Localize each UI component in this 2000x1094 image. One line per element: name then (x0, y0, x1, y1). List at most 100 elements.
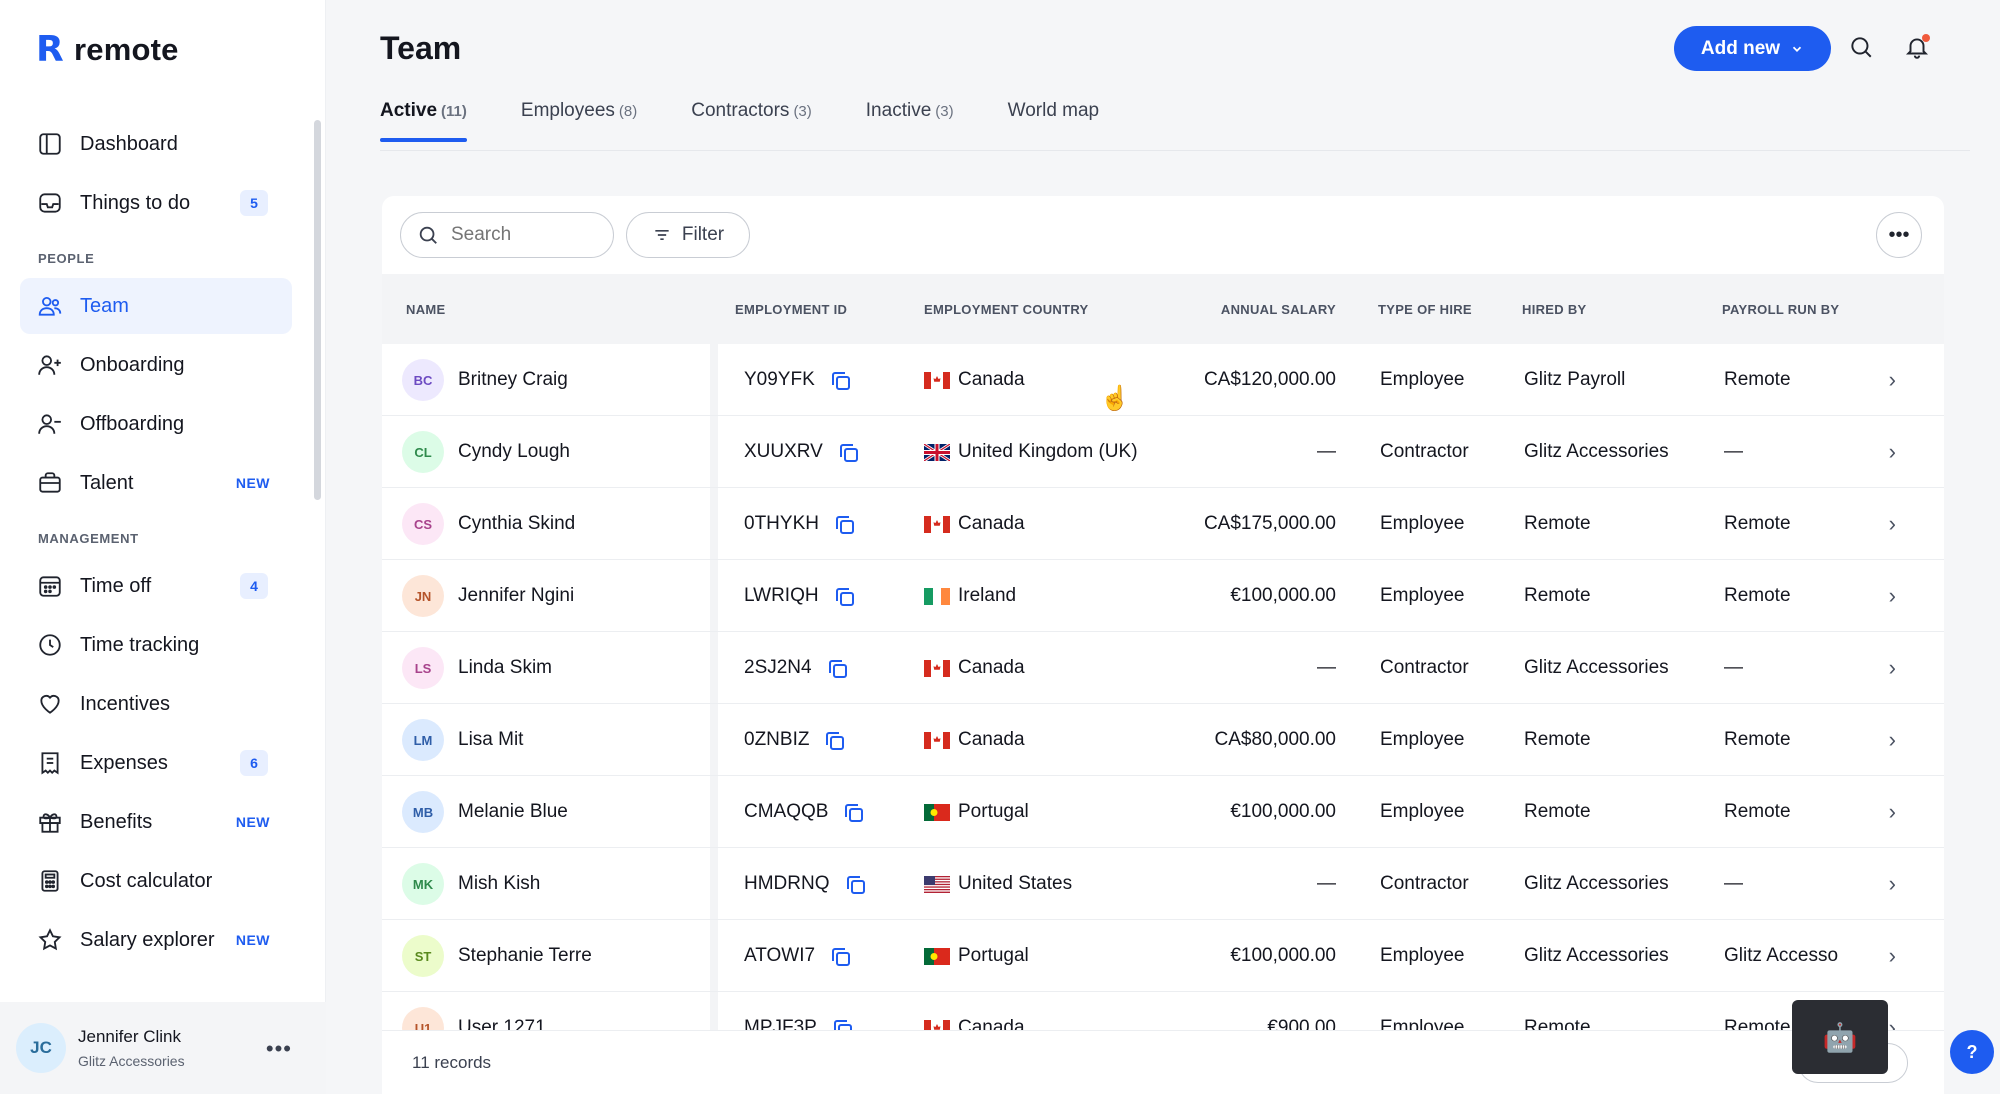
column-header-name[interactable]: NAME (406, 302, 445, 317)
column-header-payroll-run-by[interactable]: PAYROLL RUN BY (1722, 302, 1839, 317)
gift-icon (36, 808, 64, 836)
sidebar-item-onboarding[interactable]: Onboarding (20, 337, 292, 393)
copy-icon[interactable] (823, 729, 845, 751)
user-minus-icon (36, 410, 64, 438)
payroll-cell: — (1724, 632, 1884, 704)
table-row[interactable]: JN Jennifer Ngini LWRIQH Ireland €100,00… (382, 560, 1944, 632)
filter-button[interactable]: Filter (626, 212, 750, 258)
copy-icon[interactable] (829, 369, 851, 391)
employee-name[interactable]: Stephanie Terre (458, 945, 592, 967)
tab-world-map[interactable]: World map (1008, 100, 1100, 142)
chevron-right-icon[interactable]: › (1889, 560, 1896, 632)
payroll-cell: Remote (1724, 776, 1884, 848)
salary-cell: — (1317, 416, 1336, 488)
sidebar-item-label: Benefits (80, 810, 153, 833)
chevron-right-icon[interactable]: › (1889, 488, 1896, 560)
people-section-label: PEOPLE (38, 251, 95, 266)
hired-by: Remote (1524, 729, 1591, 750)
sidebar-item-cost-calculator[interactable]: Cost calculator (20, 853, 292, 909)
column-header-hired-by[interactable]: HIRED BY (1522, 302, 1587, 317)
tab-contractors[interactable]: Contractors (3) (691, 100, 812, 142)
tab-active[interactable]: Active (11) (380, 100, 467, 142)
employee-name[interactable]: Melanie Blue (458, 801, 568, 823)
copy-icon[interactable] (837, 441, 859, 463)
employee-name[interactable]: Linda Skim (458, 657, 552, 679)
table-row[interactable]: CL Cyndy Lough XUUXRV United Kingdom (UK… (382, 416, 1944, 488)
sidebar-item-dashboard[interactable]: Dashboard (20, 116, 292, 172)
copy-icon[interactable] (826, 657, 848, 679)
copy-icon[interactable] (833, 513, 855, 535)
user-profile[interactable]: JC Jennifer Clink Glitz Accessories ••• (0, 1002, 326, 1094)
sidebar-item-things-to-do[interactable]: Things to do 5 (20, 175, 292, 231)
employee-name[interactable]: Mish Kish (458, 873, 540, 895)
sidebar-item-offboarding[interactable]: Offboarding (20, 396, 292, 452)
column-header-annual-salary[interactable]: ANNUAL SALARY (1221, 302, 1336, 317)
search-icon[interactable] (1848, 34, 1874, 60)
calculator-icon (36, 867, 64, 895)
country-cell: United Kingdom (UK) (923, 416, 1138, 488)
search-box[interactable] (400, 212, 614, 258)
sidebar-item-time-tracking[interactable]: Time tracking (20, 617, 292, 673)
chevron-right-icon[interactable]: › (1889, 416, 1896, 488)
sidebar-item-team[interactable]: Team (20, 278, 292, 334)
chevron-right-icon[interactable]: › (1889, 920, 1896, 992)
more-icon[interactable]: ••• (266, 1036, 292, 1062)
copy-icon[interactable] (829, 945, 851, 967)
tab-employees[interactable]: Employees (8) (521, 100, 637, 142)
country-name: United Kingdom (UK) (958, 441, 1138, 462)
help-button[interactable]: ? (1950, 1030, 1994, 1074)
sidebar-item-salary-explorer[interactable]: Salary explorer NEW (20, 912, 292, 968)
employee-name[interactable]: Jennifer Ngini (458, 585, 574, 607)
copy-icon[interactable] (833, 585, 855, 607)
name-cell: MK Mish Kish (402, 848, 540, 920)
column-header-type-of-hire[interactable]: TYPE OF HIRE (1378, 302, 1472, 317)
column-header-employment-country[interactable]: EMPLOYMENT COUNTRY (924, 302, 1089, 317)
employee-name[interactable]: Cynthia Skind (458, 513, 575, 535)
country-name: Ireland (958, 585, 1017, 606)
annual-salary: CA$175,000.00 (1203, 513, 1336, 534)
employee-name[interactable]: Lisa Mit (458, 729, 523, 751)
ie-flag-icon (924, 587, 950, 605)
table-row[interactable]: ST Stephanie Terre ATOWI7 Portugal €100,… (382, 920, 1944, 992)
chevron-right-icon[interactable]: › (1889, 848, 1896, 920)
employee-name[interactable]: Britney Craig (458, 369, 568, 391)
search-input[interactable] (451, 224, 591, 246)
table-row[interactable]: LS Linda Skim 2SJ2N4 Canada — Contractor… (382, 632, 1944, 704)
column-header-employment-id[interactable]: EMPLOYMENT ID (735, 302, 847, 317)
logo[interactable]: R remote (36, 32, 179, 68)
chevron-right-icon[interactable]: › (1889, 776, 1896, 848)
bell-icon[interactable] (1904, 34, 1930, 60)
chevron-right-icon[interactable]: › (1889, 344, 1896, 416)
table-footer: 11 records Rows 25 (382, 1030, 1944, 1094)
sidebar-item-label: Talent (80, 471, 134, 494)
country-cell: Canada (924, 488, 1025, 560)
employee-name[interactable]: Cyndy Lough (458, 441, 570, 463)
more-options-button[interactable]: ••• (1876, 212, 1922, 258)
table-row[interactable]: CS Cynthia Skind 0THYKH Canada CA$175,00… (382, 488, 1944, 560)
sidebar-scrollbar[interactable] (314, 120, 321, 500)
annual-salary: €100,000.00 (1230, 585, 1336, 606)
copy-icon[interactable] (844, 873, 866, 895)
chevron-right-icon[interactable]: › (1889, 632, 1896, 704)
sidebar-item-expenses[interactable]: Expenses 6 (20, 735, 292, 791)
assistant-widget[interactable]: 🤖 (1792, 1000, 1888, 1074)
table-row[interactable]: BC Britney Craig Y09YFK Canada CA$120,00… (382, 344, 1944, 416)
chevron-right-icon[interactable]: › (1889, 704, 1896, 776)
table-row[interactable]: LM Lisa Mit 0ZNBIZ Canada CA$80,000.00 E… (382, 704, 1944, 776)
sidebar-item-incentives[interactable]: Incentives (20, 676, 292, 732)
avatar: JC (16, 1023, 66, 1073)
name-cell: MB Melanie Blue (402, 776, 568, 848)
avatar: ST (402, 935, 444, 977)
clock-icon (36, 631, 64, 659)
table-row[interactable]: MB Melanie Blue CMAQQB Portugal €100,000… (382, 776, 1944, 848)
sidebar-item-benefits[interactable]: Benefits NEW (20, 794, 292, 850)
employment-id: XUUXRV (744, 441, 823, 462)
sidebar-item-talent[interactable]: Talent NEW (20, 455, 292, 511)
sidebar-item-time-off[interactable]: Time off 4 (20, 558, 292, 614)
copy-icon[interactable] (842, 801, 864, 823)
avatar: CL (402, 431, 444, 473)
tab-inactive[interactable]: Inactive (3) (866, 100, 954, 142)
notification-dot (1922, 34, 1930, 42)
table-row[interactable]: MK Mish Kish HMDRNQ United States — Cont… (382, 848, 1944, 920)
add-new-button[interactable]: Add new (1674, 26, 1831, 71)
